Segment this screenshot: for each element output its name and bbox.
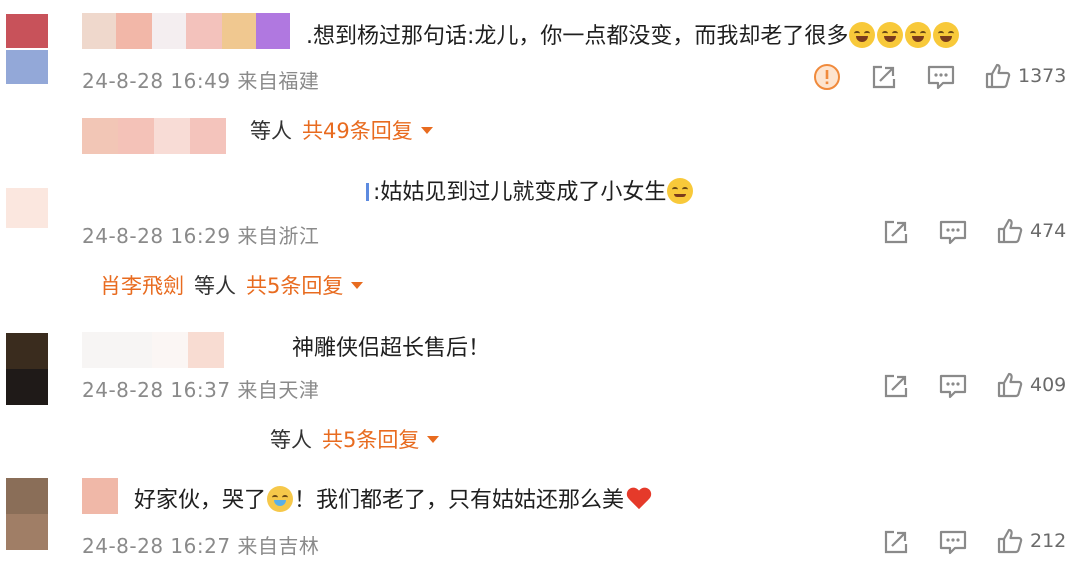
comment-text: 神雕侠侣超长售后！ [292, 334, 490, 364]
share-icon [884, 220, 908, 244]
comment-icon [939, 530, 967, 555]
reply-user-highlight: 肖李飛劍 [100, 274, 184, 298]
comment-text-body: .想到杨过那句话:龙儿，你一点都没变，而我却老了很多 [306, 24, 849, 49]
share-button[interactable] [882, 372, 910, 400]
like-count: 1373 [1018, 65, 1067, 87]
comment-text-body: 神雕侠侣超长售后！ [292, 336, 491, 361]
like-button[interactable]: 474 [996, 217, 1066, 245]
like-button[interactable]: 1373 [984, 62, 1066, 90]
warning-circle-icon [814, 64, 840, 90]
timestamp: 24-8-28 16:49 [82, 69, 231, 93]
like-button[interactable]: 212 [996, 527, 1066, 555]
caret-down-icon [420, 126, 433, 134]
location: 来自天津 [237, 378, 320, 402]
share-icon [872, 65, 896, 89]
comment-icon [927, 65, 955, 90]
comment-text-b: ！我们都老了，只有姑姑还那么美 [294, 488, 625, 513]
comment-text: 好家伙，哭了 ！我们都老了，只有姑姑还那么美 [134, 486, 652, 516]
replies-link[interactable]: 等人 共5条回复 [270, 424, 440, 454]
like-count: 212 [1030, 530, 1067, 552]
laughing-emoji-icon [905, 22, 932, 48]
laughing-emoji-icon [933, 22, 960, 48]
comment-icon [939, 220, 967, 245]
comment-text-a: 好家伙，哭了 [134, 488, 267, 513]
report-button[interactable] [812, 62, 842, 92]
thumbs-up-icon [997, 372, 1023, 398]
location: 来自吉林 [237, 534, 320, 558]
caret-down-icon [427, 435, 440, 443]
replies-link[interactable]: 等人 共49条回复 [250, 115, 433, 145]
replies-link[interactable]: 肖李飛劍 等人 共5条回复 [100, 270, 364, 300]
caret-down-icon [351, 281, 364, 289]
avatar[interactable] [6, 333, 48, 405]
timestamp: 24-8-28 16:29 [82, 224, 231, 248]
comment-button[interactable] [938, 372, 968, 400]
comment-meta: 24-8-28 16:49 来自福建 [82, 65, 319, 94]
comment-meta: 24-8-28 16:29 来自浙江 [82, 220, 319, 249]
like-button[interactable]: 409 [996, 371, 1066, 399]
comment-text: .想到杨过那句话:龙儿，你一点都没变，而我却老了很多 [306, 22, 960, 52]
like-count: 474 [1030, 220, 1067, 242]
comment-button[interactable] [926, 63, 956, 91]
share-button[interactable] [870, 63, 898, 91]
share-button[interactable] [882, 218, 910, 246]
reply-count: 共49条回复 [302, 119, 413, 143]
reply-count: 共5条回复 [322, 428, 420, 452]
avatar[interactable] [6, 188, 48, 228]
timestamp: 24-8-28 16:37 [82, 378, 231, 402]
reply-users: 等人 [270, 428, 312, 452]
comment-icon [939, 374, 967, 399]
reply-count: 共5条回复 [246, 274, 344, 298]
comment-text: :姑姑见到过儿就变成了小女生 [366, 178, 694, 208]
comment-text-body: :姑姑见到过儿就变成了小女生 [373, 180, 667, 205]
laughing-emoji-icon [877, 22, 904, 48]
comment-button[interactable] [938, 528, 968, 556]
share-icon [884, 374, 908, 398]
thumbs-up-icon [997, 528, 1023, 554]
share-icon [884, 530, 908, 554]
share-button[interactable] [882, 528, 910, 556]
heart-icon [626, 488, 652, 510]
thumbs-up-icon [997, 218, 1023, 244]
username-separator [366, 183, 369, 201]
avatar[interactable] [6, 478, 48, 550]
reply-users: 等人 [194, 274, 236, 298]
crying-emoji-icon [267, 486, 294, 512]
location: 来自浙江 [237, 224, 320, 248]
thumbs-up-icon [985, 63, 1011, 89]
username-blurred[interactable] [82, 332, 224, 368]
smile-emoji-icon [667, 178, 694, 204]
comment-meta: 24-8-28 16:27 来自吉林 [82, 530, 319, 559]
location: 来自福建 [237, 69, 320, 93]
reply-user-blurred [82, 118, 226, 154]
username-blurred[interactable] [82, 13, 290, 49]
reply-users: 等人 [250, 119, 292, 143]
username-blurred[interactable] [82, 478, 118, 514]
like-count: 409 [1030, 374, 1067, 396]
comment-button[interactable] [938, 218, 968, 246]
comment-meta: 24-8-28 16:37 来自天津 [82, 374, 319, 403]
avatar[interactable] [6, 14, 48, 84]
timestamp: 24-8-28 16:27 [82, 534, 231, 558]
laughing-emoji-icon [849, 22, 876, 48]
